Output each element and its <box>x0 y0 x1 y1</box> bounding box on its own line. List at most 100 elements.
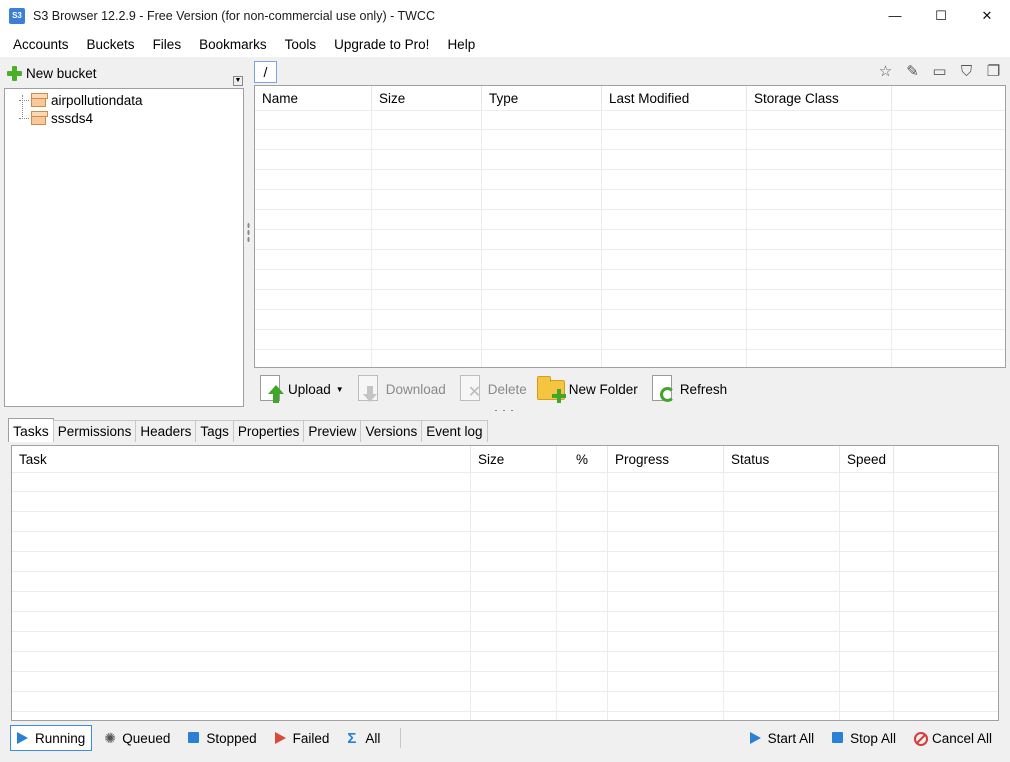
stopped-label: Stopped <box>206 730 257 746</box>
play-icon <box>17 731 30 745</box>
menu-tools[interactable]: Tools <box>276 37 326 52</box>
column-storage-class[interactable]: Storage Class <box>747 86 892 110</box>
window-title: S3 Browser 12.2.9 - Free Version (for no… <box>33 8 435 23</box>
running-label: Running <box>35 730 86 746</box>
task-list[interactable]: Task Size % Progress Status Speed <box>11 445 999 721</box>
stop-all-icon <box>832 731 845 745</box>
tab-preview[interactable]: Preview <box>303 420 362 442</box>
column-name[interactable]: Name <box>255 86 372 110</box>
bucket-label: sssds4 <box>51 110 94 126</box>
new-folder-icon <box>536 373 567 405</box>
all-label: All <box>365 730 381 746</box>
file-list[interactable]: Name Size Type Last Modified Storage Cla… <box>254 85 1006 368</box>
menu-bar: Accounts Buckets Files Bookmarks Tools U… <box>0 31 1010 57</box>
detail-tabs: Tasks Permissions Headers Tags Propertie… <box>8 418 488 442</box>
menu-accounts[interactable]: Accounts <box>4 37 78 52</box>
upload-label: Upload <box>288 381 331 397</box>
filter-failed-button[interactable]: Failed <box>269 725 336 751</box>
sigma-icon: Σ <box>347 729 357 747</box>
task-list-header: Task Size % Progress Status Speed <box>12 446 894 472</box>
column-type[interactable]: Type <box>482 86 602 110</box>
bucket-icon <box>31 111 48 125</box>
plus-icon <box>7 65 22 81</box>
bucket-item-sssds4[interactable]: sssds4 <box>19 109 93 127</box>
cancel-all-button[interactable]: Cancel All <box>908 725 998 751</box>
star-icon[interactable]: ☆ <box>875 61 896 82</box>
path-breadcrumb[interactable]: / <box>254 61 277 83</box>
file-toolbar: Upload ▼ Download ✕ Delete New Folder Re… <box>256 370 737 408</box>
start-all-icon <box>749 731 763 745</box>
cancel-icon <box>913 731 928 746</box>
filter-stopped-button[interactable]: Stopped <box>182 725 262 751</box>
menu-help[interactable]: Help <box>438 37 484 52</box>
queued-label: Queued <box>122 730 171 746</box>
filter-icon[interactable]: ⛉ <box>956 61 977 82</box>
title-bar: S3 S3 Browser 12.2.9 - Free Version (for… <box>0 0 1010 31</box>
bucket-item-airpollutiondata[interactable]: airpollutiondata <box>19 91 143 109</box>
column-last-modified[interactable]: Last Modified <box>602 86 747 110</box>
filter-all-button[interactable]: Σ All <box>341 725 386 751</box>
delete-button[interactable]: ✕ Delete <box>456 371 527 407</box>
minimize-button[interactable]: — <box>872 0 918 31</box>
bucket-tree[interactable]: airpollutiondata sssds4 <box>4 88 244 407</box>
delete-icon: ✕ <box>456 373 486 405</box>
upload-icon <box>256 373 286 405</box>
stop-all-button[interactable]: Stop All <box>826 725 902 751</box>
tab-properties[interactable]: Properties <box>232 420 305 442</box>
bucket-icon <box>31 93 48 107</box>
bucket-label: airpollutiondata <box>51 92 143 108</box>
start-all-label: Start All <box>767 730 815 746</box>
refresh-icon <box>648 373 678 405</box>
tab-permissions[interactable]: Permissions <box>52 420 137 442</box>
menu-files[interactable]: Files <box>144 37 191 52</box>
divider <box>400 728 402 748</box>
box-icon[interactable]: ▭ <box>929 61 950 82</box>
chevron-down-icon[interactable]: ▼ <box>336 385 344 394</box>
filter-queued-button[interactable]: ✺ Queued <box>98 725 176 751</box>
upload-button[interactable]: Upload ▼ <box>256 371 344 407</box>
bucket-menu-dropdown[interactable]: ▼ <box>233 76 243 86</box>
column-task[interactable]: Task <box>12 446 471 472</box>
new-bucket-button[interactable]: New bucket <box>4 65 97 81</box>
column-speed[interactable]: Speed <box>840 446 894 472</box>
column-status[interactable]: Status <box>724 446 840 472</box>
pencil-icon[interactable]: ✎ <box>902 61 923 82</box>
new-folder-label: New Folder <box>568 381 638 397</box>
cancel-all-label: Cancel All <box>931 730 992 746</box>
tab-versions[interactable]: Versions <box>360 420 423 442</box>
tab-tags[interactable]: Tags <box>195 420 234 442</box>
new-folder-button[interactable]: New Folder <box>536 371 638 407</box>
menu-upgrade[interactable]: Upgrade to Pro! <box>325 37 438 52</box>
download-label: Download <box>385 381 446 397</box>
tab-tasks[interactable]: Tasks <box>8 418 54 442</box>
failed-arrow-icon <box>274 731 288 745</box>
horizontal-splitter[interactable] <box>492 409 516 412</box>
column-size[interactable]: Size <box>372 86 482 110</box>
tab-headers[interactable]: Headers <box>135 420 197 442</box>
filter-running-button[interactable]: Running <box>10 725 93 751</box>
vertical-splitter[interactable] <box>247 222 250 244</box>
task-filter-bar: Running ✺ Queued Stopped Failed Σ All St… <box>10 724 1002 752</box>
column-size[interactable]: Size <box>471 446 557 472</box>
task-list-body <box>12 472 998 720</box>
close-button[interactable]: ✕ <box>964 0 1010 31</box>
file-list-body <box>255 110 1005 367</box>
menu-bookmarks[interactable]: Bookmarks <box>190 37 276 52</box>
download-button[interactable]: Download <box>354 371 446 407</box>
bucket-toolbar: New bucket ▼ <box>4 60 244 86</box>
column-progress[interactable]: Progress <box>608 446 724 472</box>
start-all-button[interactable]: Start All <box>744 725 821 751</box>
file-list-header: Name Size Type Last Modified Storage Cla… <box>255 86 892 110</box>
delete-label: Delete <box>487 381 527 397</box>
stop-icon <box>188 731 201 745</box>
failed-label: Failed <box>292 730 330 746</box>
column-percent[interactable]: % <box>557 446 608 472</box>
menu-buckets[interactable]: Buckets <box>78 37 144 52</box>
file-view-tools: ☆ ✎ ▭ ⛉ ❐ <box>875 60 1004 82</box>
app-icon: S3 <box>9 7 25 24</box>
copy-icon[interactable]: ❐ <box>983 61 1004 82</box>
download-icon <box>354 373 384 405</box>
tab-event-log[interactable]: Event log <box>421 420 488 442</box>
maximize-button[interactable]: ☐ <box>918 0 964 31</box>
refresh-button[interactable]: Refresh <box>648 371 727 407</box>
